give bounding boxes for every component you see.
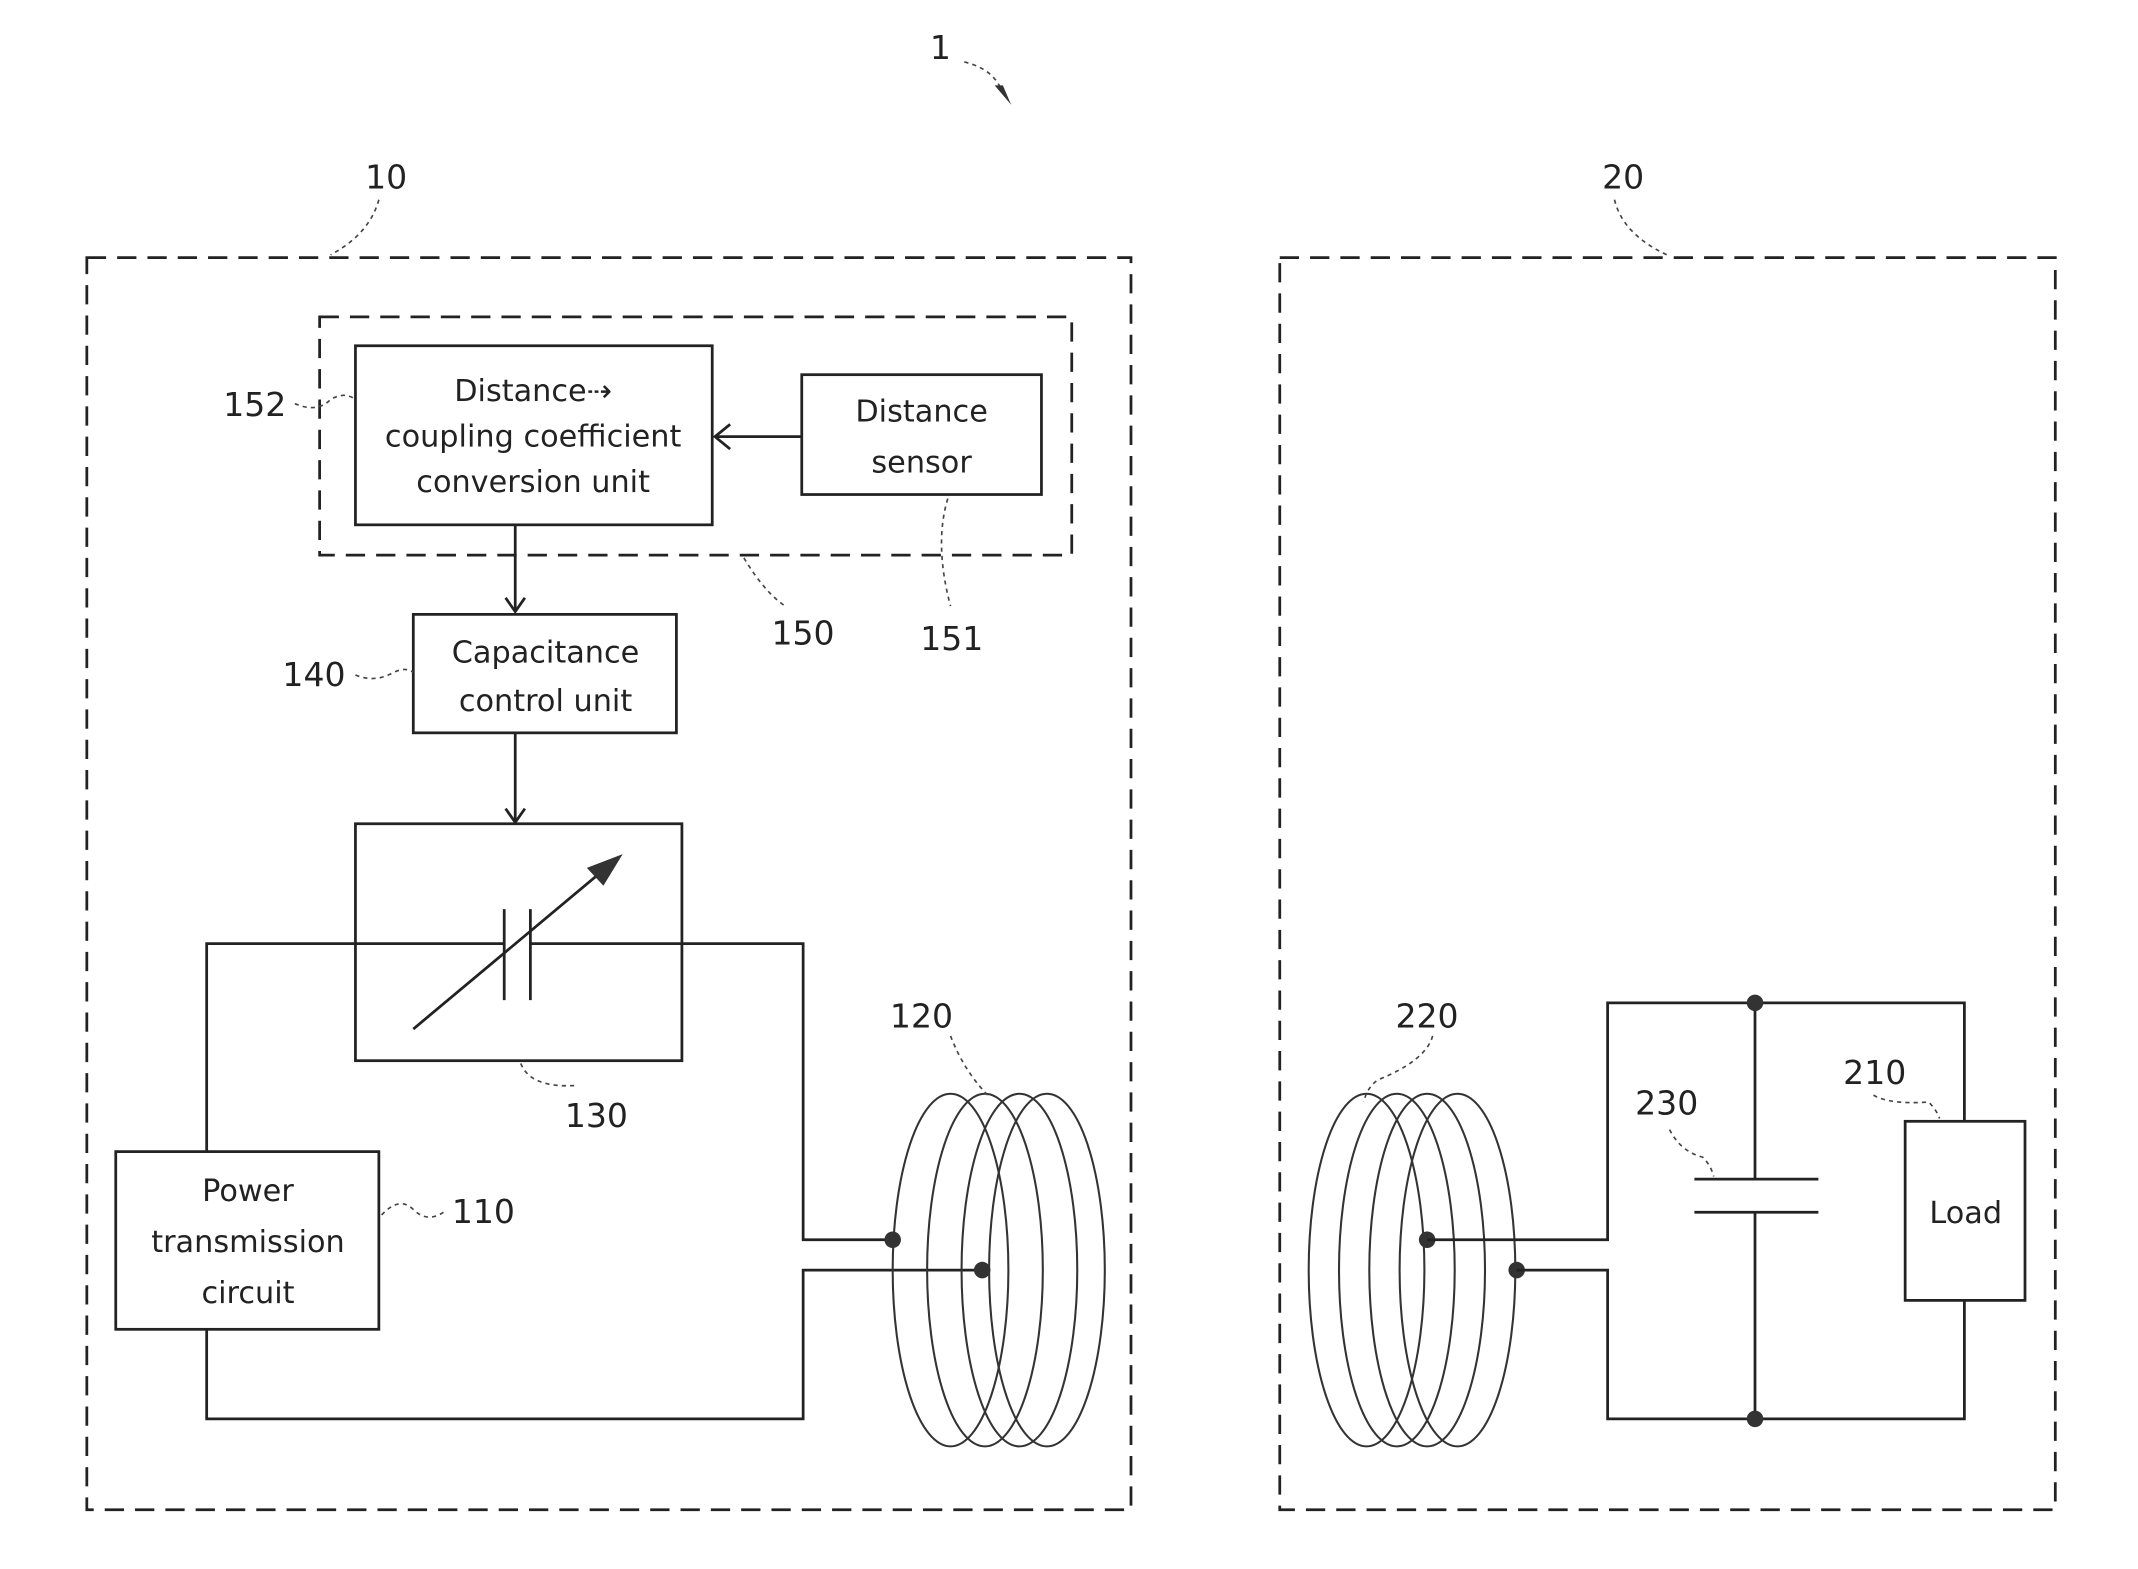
tx-coil-terminal-1 <box>884 1231 901 1249</box>
load-ref-leader <box>1873 1094 1941 1119</box>
conversion-unit-ref-label: 152 <box>223 385 286 424</box>
system-arrow-icon <box>994 85 1012 105</box>
rx-junction-bottom <box>1746 1410 1764 1428</box>
transmitter-ref-label: 10 <box>365 158 407 197</box>
variable-capacitor-ref-leader <box>519 1063 576 1087</box>
variable-capacitor-ref-label: 130 <box>565 1096 628 1135</box>
conversion-unit-line-2: coupling coefficient <box>385 419 682 454</box>
capacitance-control-line-1: Capacitance <box>452 636 640 671</box>
system-ref-leader <box>964 61 1004 94</box>
system-ref-label: 1 <box>930 28 951 67</box>
receiver-ref-leader <box>1613 199 1668 256</box>
receiver-coil-ref-leader <box>1362 1035 1434 1103</box>
tx-coil-terminal-2 <box>973 1261 991 1279</box>
power-transmission-line-2: transmission <box>151 1225 345 1260</box>
transmitter-ref-leader <box>330 199 380 256</box>
receiver-coil-icon <box>1307 1092 1517 1448</box>
distance-sensor-ref-leader <box>940 498 952 607</box>
receiver-coil-ref-label: 220 <box>1395 997 1458 1036</box>
rx-capacitor-ref-leader <box>1668 1129 1715 1177</box>
distance-unit-ref-leader <box>743 557 786 607</box>
rx-junction-top <box>1746 994 1764 1012</box>
capacitance-control-ref-leader <box>355 668 414 680</box>
receiver-ref-label: 20 <box>1602 158 1644 197</box>
power-transmission-line-1: Power <box>202 1174 294 1209</box>
power-transmission-ref-label: 110 <box>452 1192 515 1231</box>
capacitance-control-ref-label: 140 <box>282 655 345 694</box>
wireless-power-diagram: 1 10 20 150 Distance⇢ coupling coefficie… <box>85 28 2057 1512</box>
load-ref-label: 210 <box>1843 1053 1906 1092</box>
transmitter-coil-ref-label: 120 <box>890 997 953 1036</box>
transmitter-coil-ref-leader <box>949 1035 990 1098</box>
distance-sensor-line-2: sensor <box>871 445 972 480</box>
load-label: Load <box>1929 1196 2002 1231</box>
power-transmission-ref-leader <box>381 1202 445 1218</box>
distance-unit-ref-label: 150 <box>771 614 834 653</box>
power-transmission-line-3: circuit <box>201 1276 294 1311</box>
distance-sensor-line-1: Distance <box>855 395 987 430</box>
distance-sensor-ref-label: 151 <box>920 619 983 658</box>
conversion-unit-line-3: conversion unit <box>416 465 650 500</box>
capacitance-control-line-2: control unit <box>459 684 632 719</box>
conversion-unit-ref-leader <box>294 394 356 409</box>
rx-capacitor-ref-label: 230 <box>1635 1083 1698 1122</box>
rx-wire-bottom <box>1516 1268 1966 1421</box>
conversion-unit-line-1: Distance⇢ <box>454 374 612 409</box>
receiver-frame <box>1278 256 2057 1512</box>
